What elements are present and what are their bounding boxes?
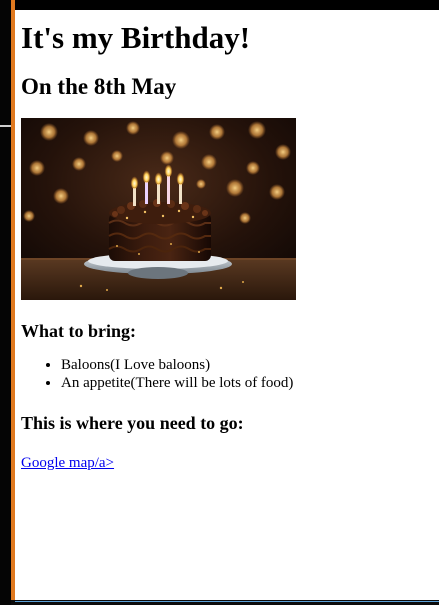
bottom-highlight-line (15, 601, 439, 602)
google-map-link[interactable]: Google map/a> (21, 454, 114, 472)
page-subtitle: On the 8th May (21, 74, 177, 99)
location-heading: This is where you need to go: (21, 413, 244, 433)
bring-list: Baloons(I Love baloons) An appetite(Ther… (21, 356, 433, 392)
page-content: It's my Birthday! On the 8th May What to… (21, 10, 433, 472)
birthday-cake-image (21, 118, 296, 300)
what-to-bring-heading: What to bring: (21, 321, 137, 341)
top-border (15, 0, 439, 10)
list-item: An appetite(There will be lots of food) (61, 374, 433, 392)
window-edge (0, 0, 11, 605)
page-title: It's my Birthday! (21, 20, 251, 55)
list-item: Baloons(I Love baloons) (61, 356, 433, 374)
window-edge-marker (0, 125, 11, 127)
browser-frame: It's my Birthday! On the 8th May What to… (0, 0, 439, 605)
page-viewport[interactable]: It's my Birthday! On the 8th May What to… (15, 10, 439, 600)
